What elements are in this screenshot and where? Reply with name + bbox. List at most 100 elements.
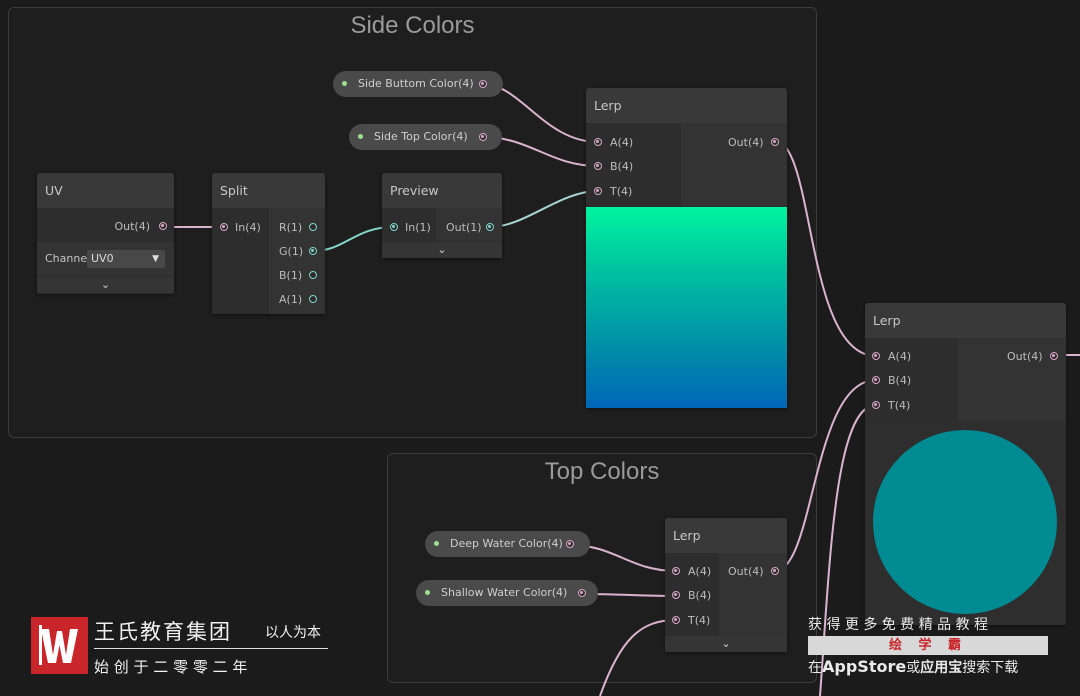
port-label: T(4) (888, 399, 911, 412)
node-uv[interactable]: UV Out(4) Channe UV0 ▼ ⌄ (37, 173, 174, 294)
input-port-icon[interactable] (220, 223, 228, 231)
input-port-icon[interactable] (390, 223, 398, 231)
output-port-icon[interactable] (309, 271, 317, 279)
property-side-bottom-color[interactable]: Side Buttom Color(4) (333, 71, 503, 97)
output-port-row: R(1) (279, 216, 302, 240)
node-title: Lerp (665, 518, 787, 553)
port-label: A(1) (279, 293, 303, 306)
node-lerp-main[interactable]: Lerp A(4) B(4) T(4) Out(4) (865, 303, 1066, 625)
output-port-row: Out(4) (114, 215, 150, 239)
output-port-icon[interactable] (771, 567, 779, 575)
input-port-row: T(4) (688, 609, 710, 633)
output-port-row: Out(4) (1007, 345, 1043, 369)
promo-store: AppStore (822, 657, 907, 676)
output-port-icon[interactable] (771, 138, 779, 146)
input-port-row: B(4) (888, 369, 911, 393)
node-title: Preview (382, 173, 502, 208)
output-port-icon[interactable] (309, 223, 317, 231)
watermark-founded: 始 创 于 二 零 零 二 年 (94, 658, 248, 676)
chevron-down-icon[interactable]: ⌄ (665, 636, 787, 652)
port-label: Out(4) (728, 565, 764, 578)
port-label: T(4) (610, 185, 633, 198)
watermark-logo (31, 617, 88, 674)
input-port-icon[interactable] (672, 567, 680, 575)
promo-or: 或 (906, 660, 921, 676)
port-label: Out(4) (114, 220, 150, 233)
input-port-icon[interactable] (594, 162, 602, 170)
node-lerp-side[interactable]: Lerp A(4) B(4) T(4) Out(4) (586, 88, 787, 408)
input-port-row: In(4) (235, 216, 261, 240)
chevron-down-icon[interactable]: ⌄ (37, 277, 174, 293)
port-label: Out(4) (728, 136, 764, 149)
property-label: Deep Water Color(4) (450, 537, 563, 550)
property-deep-water-color[interactable]: Deep Water Color(4) (425, 531, 590, 557)
node-preview[interactable]: Preview In(1) Out(1) ⌄ (382, 173, 502, 258)
input-port-icon[interactable] (594, 187, 602, 195)
gradient-preview (586, 207, 787, 408)
property-side-top-color[interactable]: Side Top Color(4) (349, 124, 502, 150)
port-label: T(4) (688, 614, 711, 627)
input-port-row: A(4) (688, 560, 711, 584)
port-label: In(1) (405, 221, 431, 234)
port-label: R(1) (279, 221, 303, 234)
input-port-row: A(4) (888, 345, 911, 369)
brand-banner: 绘 学 霸 (808, 636, 1048, 655)
port-label: In(4) (235, 221, 261, 234)
property-indicator-dot (434, 541, 439, 546)
channel-value: UV0 (91, 252, 114, 265)
port-label: Out(4) (1007, 350, 1043, 363)
property-indicator-dot (425, 590, 430, 595)
output-port-row: Out(4) (728, 131, 764, 155)
port-label: B(4) (888, 374, 912, 387)
promo-suffix: 搜索下载 (962, 660, 1019, 676)
channel-label: Channe (45, 252, 88, 265)
node-split[interactable]: Split In(4) R(1) G(1) B(1) A(1) (212, 173, 325, 314)
triangle-down-icon: ▼ (152, 254, 159, 264)
input-port-icon[interactable] (672, 591, 680, 599)
port-label: B(4) (610, 160, 634, 173)
input-port-row: B(4) (610, 155, 633, 179)
input-port-icon[interactable] (872, 352, 880, 360)
output-port-row: G(1) (279, 240, 303, 264)
output-port-icon[interactable] (479, 80, 487, 88)
output-port-icon[interactable] (566, 540, 574, 548)
output-port-icon[interactable] (309, 247, 317, 255)
port-label: A(4) (888, 350, 912, 363)
promo-app: 应用宝 (920, 660, 963, 676)
port-label: A(4) (688, 565, 712, 578)
input-port-icon[interactable] (672, 616, 680, 624)
input-port-row: B(4) (688, 584, 711, 608)
input-port-icon[interactable] (872, 376, 880, 384)
chevron-down-icon[interactable]: ⌄ (382, 242, 502, 258)
port-label: Out(1) (446, 221, 482, 234)
node-title: Split (212, 173, 325, 208)
logo-w-icon (39, 625, 78, 665)
input-port-row: A(4) (610, 131, 633, 155)
port-label: G(1) (279, 245, 304, 258)
output-port-row: A(1) (279, 288, 302, 312)
promo-download: 在AppStore或应用宝搜索下载 (808, 657, 1018, 677)
port-label: B(1) (279, 269, 303, 282)
output-port-icon[interactable] (309, 295, 317, 303)
port-label: B(4) (688, 589, 712, 602)
circle-preview-panel (865, 422, 1066, 625)
output-port-icon[interactable] (479, 133, 487, 141)
output-port-icon[interactable] (1050, 352, 1058, 360)
property-indicator-dot (358, 134, 363, 139)
output-port-row: B(1) (279, 264, 302, 288)
input-port-icon[interactable] (872, 401, 880, 409)
group-title: Side Colors (350, 12, 475, 39)
group-title: Top Colors (544, 458, 660, 485)
property-shallow-water-color[interactable]: Shallow Water Color(4) (416, 580, 598, 606)
input-port-icon[interactable] (594, 138, 602, 146)
output-port-icon[interactable] (159, 222, 167, 230)
channel-dropdown[interactable]: UV0 ▼ (87, 250, 165, 268)
node-lerp-top[interactable]: Lerp A(4) B(4) T(4) Out(4) ⌄ (665, 518, 787, 652)
property-indicator-dot (342, 81, 347, 86)
watermark-org-name: 王氏教育集团 (94, 620, 232, 644)
output-port-icon[interactable] (578, 589, 586, 597)
watermark-motto: 以人为本 (265, 625, 321, 641)
output-port-icon[interactable] (486, 223, 494, 231)
node-title: Lerp (586, 88, 787, 123)
input-port-row: T(4) (888, 394, 910, 418)
